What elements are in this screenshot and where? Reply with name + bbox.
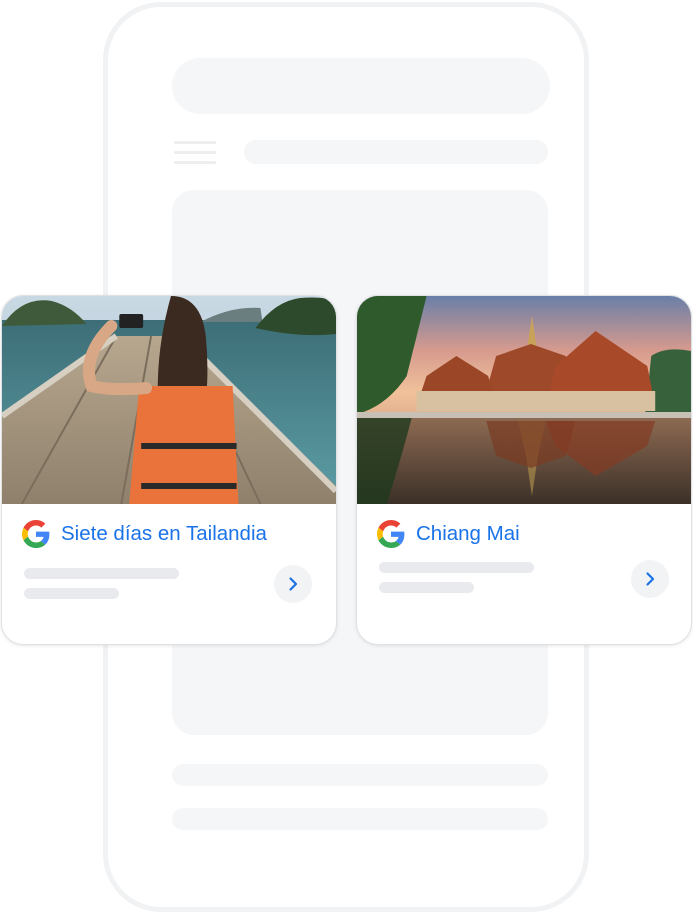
card-title-row: Chiang Mai bbox=[377, 518, 520, 550]
next-arrow-button[interactable] bbox=[274, 565, 312, 603]
menu-icon bbox=[174, 141, 216, 165]
snippet-line-placeholder bbox=[24, 568, 179, 579]
search-bar-placeholder bbox=[172, 58, 550, 114]
temple-image bbox=[357, 296, 691, 504]
result-card-chiang-mai[interactable]: Chiang Mai bbox=[356, 295, 692, 645]
google-g-icon bbox=[22, 520, 50, 548]
header-line-placeholder bbox=[244, 140, 548, 164]
result-card-thailand[interactable]: Siete días en Tailandia bbox=[1, 295, 337, 645]
content-line-placeholder bbox=[172, 808, 548, 830]
card-title[interactable]: Chiang Mai bbox=[416, 522, 520, 546]
snippet-line-placeholder bbox=[379, 582, 474, 593]
woman-on-boat-image bbox=[2, 296, 336, 504]
snippet-line-placeholder bbox=[24, 588, 119, 599]
next-arrow-button[interactable] bbox=[631, 560, 669, 598]
content-line-placeholder bbox=[172, 764, 548, 786]
chevron-right-icon bbox=[646, 572, 655, 586]
google-g-icon bbox=[377, 520, 405, 548]
card-title[interactable]: Siete días en Tailandia bbox=[61, 522, 267, 546]
card-title-row: Siete días en Tailandia bbox=[22, 518, 267, 550]
chevron-right-icon bbox=[289, 577, 298, 591]
snippet-line-placeholder bbox=[379, 562, 534, 573]
